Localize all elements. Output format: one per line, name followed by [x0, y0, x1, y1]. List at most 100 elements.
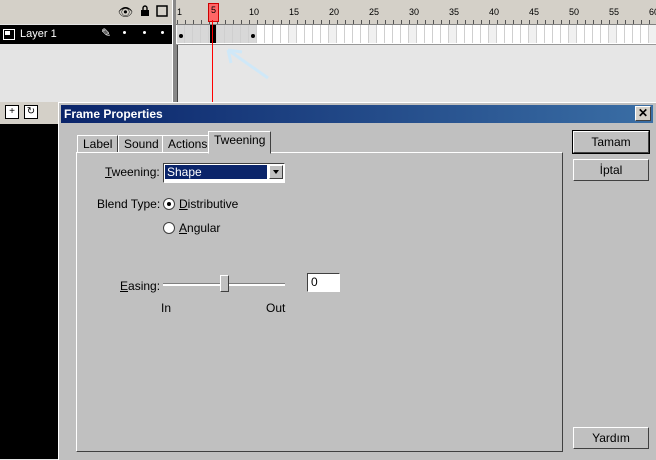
playhead[interactable]: 5 [208, 3, 219, 22]
frame-cell[interactable] [465, 25, 473, 43]
frame-cell[interactable] [569, 25, 577, 43]
lock-icon[interactable] [138, 5, 152, 19]
frame-cell[interactable] [321, 25, 329, 43]
frame-cell[interactable] [577, 25, 585, 43]
frame-cell[interactable] [545, 25, 553, 43]
frame-cell[interactable] [377, 25, 385, 43]
frame-track[interactable] [176, 25, 656, 45]
frame-cell[interactable] [433, 25, 441, 43]
frame-cell[interactable] [585, 25, 593, 43]
ruler-number: 25 [369, 7, 380, 17]
frame-cell[interactable] [385, 25, 393, 43]
lock-dot[interactable] [143, 31, 146, 34]
ok-button[interactable]: Tamam [572, 130, 650, 154]
frame-cell[interactable] [489, 25, 497, 43]
frame-cell[interactable] [289, 25, 297, 43]
frame-cell[interactable] [617, 25, 625, 43]
frame-cell[interactable] [561, 25, 569, 43]
close-button[interactable]: ✕ [635, 106, 651, 121]
dialog-titlebar[interactable]: Frame Properties ✕ [61, 105, 653, 123]
frame-cell[interactable] [409, 25, 417, 43]
frame-cell[interactable] [521, 25, 529, 43]
frame-cell[interactable] [513, 25, 521, 43]
frame-cell[interactable] [497, 25, 505, 43]
frame-cell[interactable] [241, 25, 249, 43]
ruler-tick [377, 20, 378, 24]
easing-min-label: In [161, 301, 172, 315]
ruler-tick [601, 20, 602, 24]
frame-cell[interactable] [473, 25, 481, 43]
keyframe-dot[interactable] [179, 34, 183, 38]
frame-cell[interactable] [633, 25, 641, 43]
frame-cell[interactable] [553, 25, 561, 43]
outline-icon[interactable] [155, 5, 169, 19]
ruler-tick [449, 20, 450, 24]
frame-cell[interactable] [505, 25, 513, 43]
pencil-icon: ✎ [101, 26, 112, 40]
frame-properties-dialog: Frame Properties ✕ Label Sound Actions T… [58, 102, 656, 460]
easing-slider-thumb[interactable] [220, 275, 229, 292]
frame-ruler[interactable]: 151015202530354045505560 [176, 0, 656, 25]
angular-label[interactable]: Angular [179, 221, 220, 235]
cancel-button[interactable]: İptal [573, 159, 649, 181]
distributive-label[interactable]: Distributive [179, 197, 238, 211]
frame-cell[interactable] [193, 25, 201, 43]
tab-tweening[interactable]: Tweening [208, 131, 272, 154]
frame-cell[interactable] [649, 25, 656, 43]
tweening-dropdown[interactable]: Shape [163, 163, 285, 183]
frame-cell[interactable] [297, 25, 305, 43]
frame-cell[interactable] [449, 25, 457, 43]
easing-input[interactable]: 0 [307, 273, 340, 292]
frame-cell[interactable] [593, 25, 601, 43]
frame-cell[interactable] [353, 25, 361, 43]
frame-cell[interactable] [257, 25, 265, 43]
frame-cell[interactable] [337, 25, 345, 43]
frame-cell[interactable] [393, 25, 401, 43]
tweening-value: Shape [165, 165, 267, 179]
keyframe-dot[interactable] [251, 34, 255, 38]
ruler-tick [433, 20, 434, 24]
frame-cell[interactable] [217, 25, 225, 43]
current-frame-cell[interactable] [210, 25, 216, 43]
frame-cell[interactable] [273, 25, 281, 43]
angular-radio[interactable] [163, 222, 175, 234]
frame-cell[interactable] [185, 25, 193, 43]
chevron-down-icon[interactable] [269, 165, 283, 179]
frame-cell[interactable] [609, 25, 617, 43]
frame-cell[interactable] [361, 25, 369, 43]
frame-cell[interactable] [625, 25, 633, 43]
add-layer-icon[interactable]: + [5, 105, 19, 119]
visibility-dot[interactable] [123, 31, 126, 34]
frame-cell[interactable] [457, 25, 465, 43]
frame-cell[interactable] [537, 25, 545, 43]
ruler-tick [537, 20, 538, 24]
frame-cell[interactable] [369, 25, 377, 43]
frame-cell[interactable] [265, 25, 273, 43]
frame-cell[interactable] [329, 25, 337, 43]
frame-cell[interactable] [601, 25, 609, 43]
frame-cell[interactable] [401, 25, 409, 43]
frame-cell[interactable] [441, 25, 449, 43]
ruler-tick [465, 20, 466, 24]
help-button[interactable]: Yardım [573, 427, 649, 449]
layer-panel: 👁 Layer 1 ✎ [0, 0, 172, 102]
eye-icon[interactable]: 👁 [118, 5, 133, 19]
layer-row[interactable]: Layer 1 ✎ [0, 25, 172, 44]
frame-cell[interactable] [481, 25, 489, 43]
frame-cell[interactable] [417, 25, 425, 43]
frame-cell[interactable] [425, 25, 433, 43]
outline-dot[interactable] [161, 31, 164, 34]
frame-cell[interactable] [641, 25, 649, 43]
frame-cell[interactable] [201, 25, 209, 43]
frame-cell[interactable] [305, 25, 313, 43]
frame-cell[interactable] [233, 25, 241, 43]
distributive-radio[interactable] [163, 198, 175, 210]
frame-cell[interactable] [345, 25, 353, 43]
frame-cell[interactable] [529, 25, 537, 43]
frame-cell[interactable] [281, 25, 289, 43]
frame-cell[interactable] [313, 25, 321, 43]
frame-cell[interactable] [225, 25, 233, 43]
ruler-tick [225, 20, 226, 24]
ruler-tick [633, 20, 634, 24]
add-guide-icon[interactable]: ↻ [24, 105, 38, 119]
